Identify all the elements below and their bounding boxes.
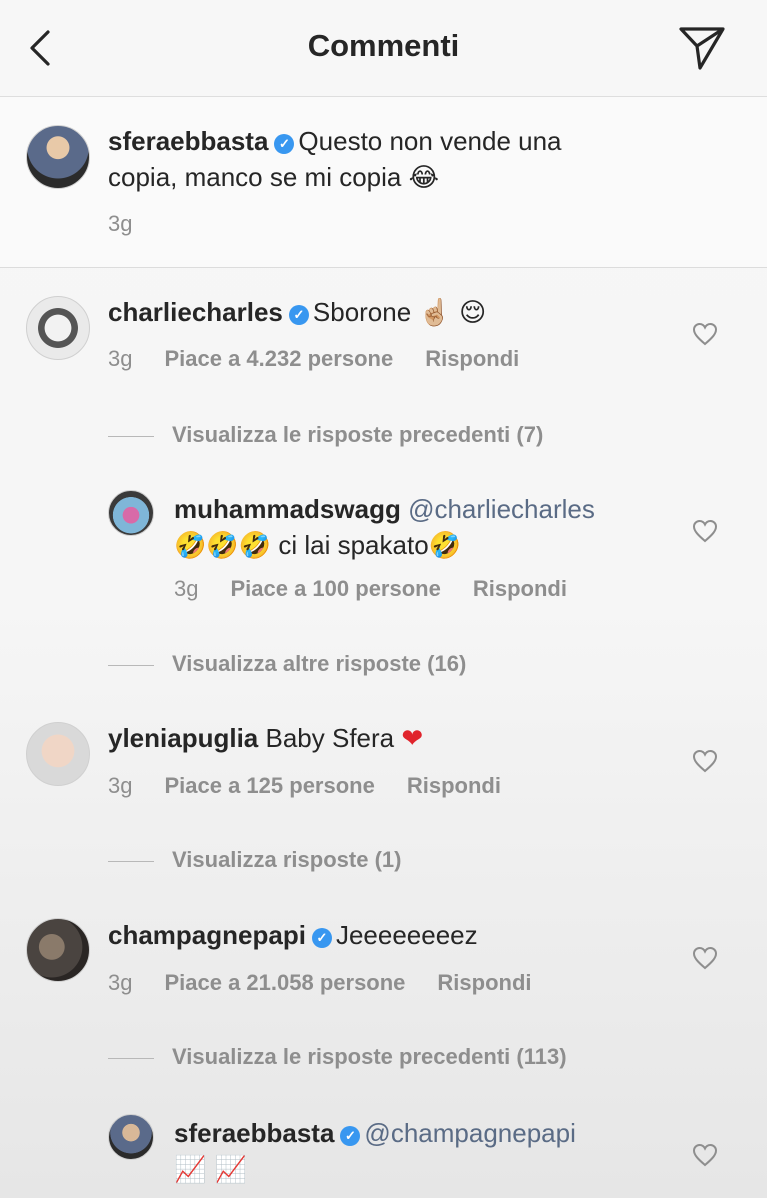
emoji: 🤣 (428, 531, 462, 561)
reply-meta: 3g Piace a 100 persone Rispondi (174, 576, 567, 601)
avatar[interactable] (108, 490, 154, 536)
mention-link[interactable]: @charliecharles (408, 494, 595, 524)
view-previous-replies-button[interactable]: Visualizza le risposte precedenti (113) (108, 1044, 567, 1070)
likes-count[interactable]: Piace a 4.232 persone (164, 346, 393, 371)
comment-meta: 3g Piace a 4.232 persone Rispondi (108, 346, 520, 371)
chart-increasing-emoji: 📈 📈 (174, 1155, 248, 1185)
heart-icon[interactable] (692, 322, 718, 346)
username[interactable]: champagnepapi (108, 920, 306, 950)
divider (108, 1057, 154, 1059)
emoji: ☝🏼 😌 (418, 298, 487, 328)
likes-count[interactable]: Piace a 100 persone (230, 576, 440, 601)
divider (108, 860, 154, 862)
heart-icon[interactable] (692, 519, 718, 543)
verified-badge-icon: ✓ (340, 1126, 361, 1146)
view-more-replies-button[interactable]: Visualizza altre risposte (16) (108, 651, 466, 677)
view-previous-replies-button[interactable]: Visualizza le risposte precedenti (7) (108, 422, 543, 448)
heart-emoji: ❤ (401, 724, 424, 754)
comment-meta: 3g Piace a 21.058 persone Rispondi (108, 970, 532, 995)
comment-text: yleniapuglia Baby Sfera ❤ (108, 723, 424, 754)
username[interactable]: yleniapuglia (108, 723, 258, 753)
emoji: 😂 (408, 163, 439, 193)
comment-text: champagnepapi ✓ Jeeeeeeeez (108, 920, 478, 950)
reply-button[interactable]: Rispondi (407, 773, 501, 798)
avatar[interactable] (26, 296, 90, 360)
username[interactable]: charliecharles (108, 297, 283, 327)
avatar[interactable] (26, 125, 90, 189)
reply-button[interactable]: Rispondi (437, 970, 531, 995)
heart-icon[interactable] (692, 946, 718, 970)
paper-plane-icon[interactable] (676, 24, 728, 72)
mention-link[interactable]: @champagnepapi (364, 1118, 575, 1148)
reply-text: sferaebbasta ✓ @champagnepapi 📈 📈 (174, 1115, 576, 1188)
caption-time: 3g (108, 211, 133, 236)
post-caption: sferaebbasta ✓ Questo non vende una copia,… (0, 97, 767, 268)
verified-badge-icon: ✓ (274, 134, 295, 154)
reply-text: muhammadswagg @charliecharles 🤣🤣🤣 ci lai… (174, 494, 595, 561)
view-replies-button[interactable]: Visualizza risposte (1) (108, 847, 401, 873)
verified-badge-icon: ✓ (311, 928, 332, 948)
username[interactable]: sferaebbasta (108, 126, 268, 156)
avatar[interactable] (26, 918, 90, 982)
comment-text: charliecharles ✓ Sborone ☝🏼 😌 (108, 297, 487, 328)
avatar[interactable] (108, 1114, 154, 1160)
page-title: Commenti (307, 28, 460, 63)
verified-badge-icon: ✓ (288, 305, 309, 325)
reply-button[interactable]: Rispondi (425, 346, 519, 371)
username[interactable]: muhammadswagg (174, 494, 401, 524)
comment-meta: 3g Piace a 125 persone Rispondi (108, 773, 501, 798)
likes-count[interactable]: Piace a 125 persone (164, 773, 374, 798)
reply-button[interactable]: Rispondi (473, 576, 567, 601)
heart-icon[interactable] (692, 749, 718, 773)
avatar[interactable] (26, 722, 90, 786)
likes-count[interactable]: Piace a 21.058 persone (164, 970, 405, 995)
top-bar: Commenti (0, 0, 767, 97)
heart-icon[interactable] (692, 1143, 718, 1167)
username[interactable]: sferaebbasta (174, 1118, 334, 1148)
caption-text: sferaebbasta ✓ Questo non vende una copia,… (108, 126, 562, 193)
divider (108, 435, 154, 437)
divider (108, 664, 154, 666)
emoji: 🤣🤣🤣 (174, 531, 272, 561)
